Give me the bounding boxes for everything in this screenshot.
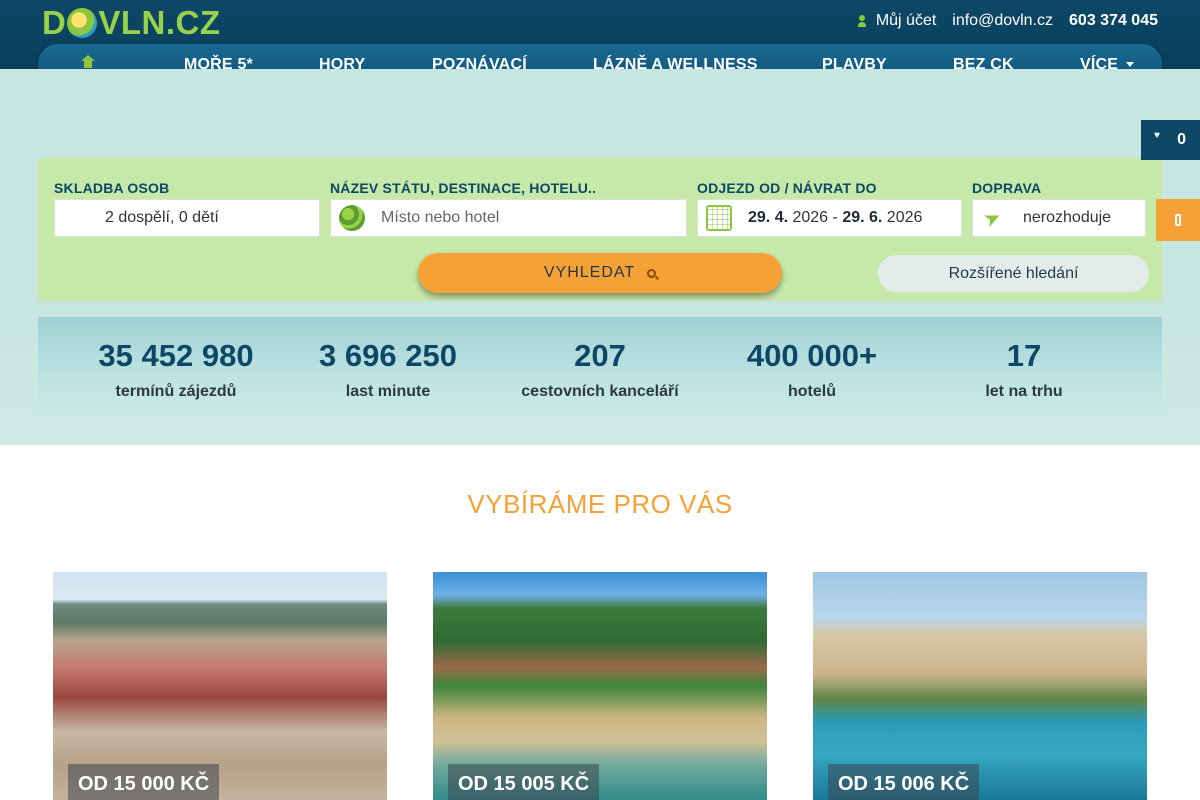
calendar-icon (706, 205, 732, 231)
contact-side-button[interactable] (1156, 199, 1200, 241)
date-from-year: 2026 (792, 209, 829, 226)
dates-value: 29. 4. 2026 - 29. 6. 2026 (748, 209, 922, 227)
date-separator: - (832, 209, 838, 226)
heart-icon (1154, 130, 1163, 144)
home-icon (81, 55, 95, 69)
persons-value: 2 dospělí, 0 dětí (105, 209, 219, 226)
destination-label: NÁZEV STÁTU, DESTINACE, HOTELU.. (330, 180, 597, 196)
favorites-count: 0 (1177, 131, 1186, 148)
offer-price: OD 15 000 KČ (68, 764, 220, 800)
stat-label: cestovních kanceláří (521, 383, 679, 400)
stat-terms: 35 452 980 termínů zájezdů (70, 337, 282, 401)
persons-field[interactable]: 2 dospělí, 0 dětí (54, 199, 320, 237)
logo-letter-d: D (42, 4, 67, 41)
offer-card[interactable]: OD 15 006 KČ (813, 572, 1147, 800)
user-icon (857, 15, 866, 27)
top-links: Můj účet info@dovln.cz 603 374 045 (857, 11, 1158, 31)
account-link[interactable]: Můj účet (857, 12, 937, 30)
persons-label: SKLADBA OSOB (54, 180, 170, 196)
logo-text: VLN (98, 4, 166, 41)
offer-card[interactable]: OD 15 005 KČ (433, 572, 767, 800)
offer-price: OD 15 005 KČ (448, 764, 600, 800)
transport-value: nerozhoduje (1023, 209, 1112, 226)
offer-price: OD 15 006 KČ (828, 764, 980, 800)
stat-number: 400 000+ (746, 338, 878, 373)
phone-icon (1175, 214, 1181, 226)
logo-globe-icon (67, 8, 98, 38)
stat-hotels: 400 000+ hotelů (706, 337, 918, 401)
offer-card[interactable]: OD 15 000 KČ (53, 572, 387, 800)
stat-label: let na trhu (985, 383, 1063, 400)
phone-link[interactable]: 603 374 045 (1069, 12, 1158, 30)
favorites-badge[interactable]: 0 (1141, 120, 1200, 160)
stat-last-minute: 3 696 250 last minute (282, 337, 494, 401)
stats-bar: 35 452 980 termínů zájezdů 3 696 250 las… (38, 317, 1162, 421)
chevron-down-icon (1126, 62, 1135, 68)
site-logo[interactable]: D VLN .CZ (42, 4, 221, 41)
stat-label: last minute (345, 383, 431, 400)
stat-number: 35 452 980 (98, 338, 254, 373)
date-to-year: 2026 (886, 209, 923, 226)
search-form: SKLADBA OSOB 2 dospělí, 0 dětí NÁZEV STÁ… (38, 158, 1162, 301)
search-icon (647, 268, 657, 278)
stat-label: hotelů (788, 383, 836, 400)
advanced-search-button[interactable]: Rozšířené hledání (878, 255, 1149, 292)
date-to-day: 29. 6. (842, 209, 883, 226)
stat-number: 3 696 250 (319, 338, 457, 373)
dates-field[interactable]: 29. 4. 2026 - 29. 6. 2026 (697, 199, 962, 237)
account-label: Můj účet (875, 12, 937, 29)
search-button[interactable]: VYHLEDAT (418, 253, 782, 293)
destination-field[interactable]: Místo nebo hotel (330, 199, 687, 237)
transport-label: DOPRAVA (972, 180, 1042, 196)
stat-years: 17 let na trhu (918, 337, 1130, 401)
stat-number: 17 (1006, 338, 1042, 373)
nav-home[interactable] (38, 55, 138, 69)
transport-field[interactable]: nerozhoduje (972, 199, 1146, 237)
destination-placeholder: Místo nebo hotel (381, 209, 500, 226)
section-title: VYBÍRÁME PRO VÁS (467, 489, 733, 519)
logo-domain: .CZ (165, 4, 221, 41)
globe-icon (339, 205, 365, 231)
stat-number: 207 (574, 338, 626, 373)
email-link[interactable]: info@dovln.cz (952, 12, 1053, 30)
search-button-label: VYHLEDAT (543, 264, 636, 281)
stat-label: termínů zájezdů (115, 383, 237, 400)
stat-agencies: 207 cestovních kanceláří (494, 337, 706, 401)
header: D VLN .CZ Můj účet info@dovln.cz 603 374… (0, 0, 1200, 85)
plane-icon (981, 205, 1007, 231)
date-from-day: 29. 4. (748, 209, 789, 226)
dates-label: ODJEZD OD / NÁVRAT DO (697, 180, 877, 196)
